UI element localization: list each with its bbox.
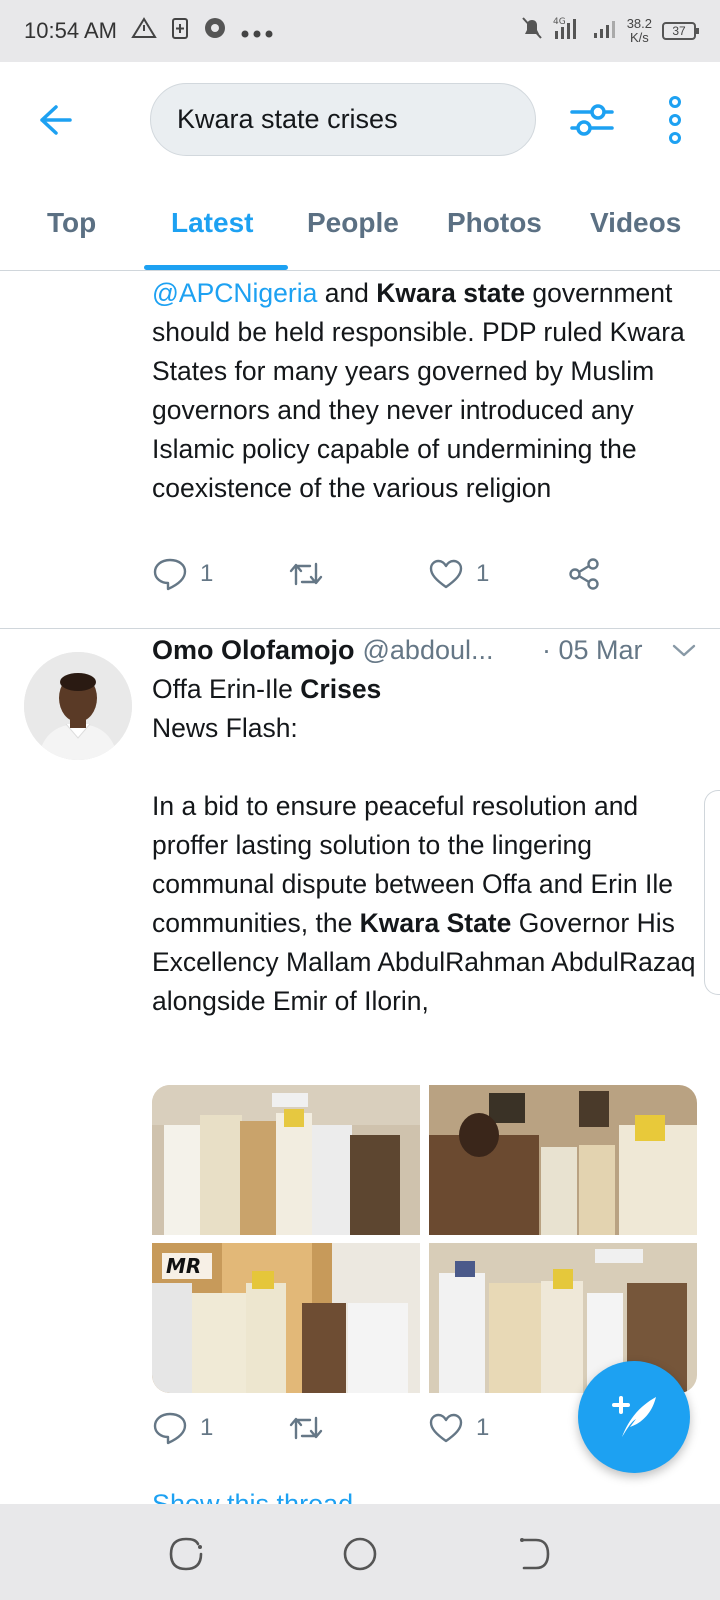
more-notifications-icon <box>241 18 273 44</box>
system-nav-bar <box>0 1504 720 1600</box>
side-panel-handle[interactable] <box>704 790 720 995</box>
author-name[interactable]: Omo Olofamojo <box>152 635 355 666</box>
signal-4g-icon: 4G <box>553 15 583 47</box>
back-button[interactable] <box>34 100 74 140</box>
status-time: 10:54 AM <box>24 18 117 43</box>
reply-button[interactable]: 1 <box>152 1410 213 1446</box>
retweet-button[interactable] <box>288 556 324 592</box>
tab-people[interactable]: People <box>307 207 399 239</box>
tab-top[interactable]: Top <box>47 207 96 239</box>
tweet-text[interactable]: Offa Erin-Ile Crises News Flash: In a bi… <box>152 670 697 1021</box>
tab-videos[interactable]: Videos <box>590 207 681 239</box>
status-bar: 10:54 AM 4G 38.2 K/s 37 <box>0 0 720 62</box>
tweet-text[interactable]: @APCNigeria and Kwara state government s… <box>152 274 697 508</box>
share-button[interactable] <box>566 556 602 592</box>
overflow-menu-button[interactable] <box>660 96 690 144</box>
svg-text:4G: 4G <box>553 17 566 27</box>
retweet-icon <box>289 1416 323 1440</box>
avatar[interactable] <box>24 652 132 760</box>
tweet-actions: 1 1 <box>152 556 612 596</box>
retweet-button[interactable] <box>288 1410 324 1446</box>
author-handle[interactable]: @abdoul... <box>363 635 494 666</box>
tweet-photo-1[interactable] <box>152 1085 420 1235</box>
back-arrow-icon <box>40 105 72 135</box>
mention-link[interactable]: @APCNigeria <box>152 278 317 308</box>
tab-photos[interactable]: Photos <box>447 207 542 239</box>
reply-count: 1 <box>200 560 214 587</box>
mute-icon <box>521 16 543 46</box>
more-vertical-icon <box>669 96 681 144</box>
reply-icon <box>153 558 187 591</box>
user-avatar-photo <box>24 652 132 760</box>
tweet-media-grid[interactable]: MR <box>152 1085 697 1393</box>
retweet-icon <box>289 562 323 586</box>
home-button[interactable] <box>340 1534 380 1574</box>
heart-icon <box>429 559 463 589</box>
like-count: 1 <box>476 560 490 587</box>
network-speed: 38.2 K/s <box>626 16 652 45</box>
reply-icon <box>153 1412 187 1445</box>
tweet-photo-3[interactable]: MR <box>152 1243 420 1393</box>
tweet-header: Omo Olofamojo @abdoul... · 05 Mar <box>152 630 697 670</box>
search-header: Kwara state crises <box>0 62 720 177</box>
reply-button[interactable]: 1 <box>152 556 213 592</box>
tweet-photo-2[interactable] <box>429 1085 697 1235</box>
battery-saver-icon <box>171 16 189 46</box>
like-button[interactable]: 1 <box>428 556 489 592</box>
home-circle-icon <box>343 1537 377 1571</box>
warning-icon <box>131 17 157 45</box>
tab-latest[interactable]: Latest <box>171 207 253 239</box>
compose-tweet-button[interactable] <box>578 1361 690 1473</box>
watermark-logo: MR <box>166 1254 201 1278</box>
chevron-down-icon[interactable] <box>670 636 698 664</box>
share-icon <box>569 558 599 590</box>
battery-indicator: 37 <box>662 22 699 40</box>
back-nav-button[interactable] <box>514 1534 554 1574</box>
like-button[interactable]: 1 <box>428 1410 489 1446</box>
search-input[interactable]: Kwara state crises <box>150 83 536 156</box>
show-thread-link[interactable]: Show this thread <box>152 1484 353 1504</box>
back-nav-icon <box>520 1538 550 1570</box>
tweet-date: · 05 Mar <box>542 634 643 665</box>
tweet-divider <box>0 628 720 629</box>
chrome-icon <box>203 16 227 46</box>
compose-feather-icon <box>612 1396 656 1437</box>
reply-count: 1 <box>200 1414 214 1441</box>
recents-icon <box>169 1537 203 1571</box>
heart-icon <box>429 1413 463 1443</box>
recents-button[interactable] <box>166 1534 206 1574</box>
like-count: 1 <box>476 1414 490 1441</box>
search-filter-button[interactable] <box>568 96 616 144</box>
tweet-actions: 1 1 <box>152 1410 612 1450</box>
active-tab-indicator <box>144 265 288 270</box>
signal-icon <box>593 17 617 45</box>
search-tabs: Top Latest People Photos Videos <box>0 177 720 271</box>
filter-sliders-icon <box>570 104 614 136</box>
